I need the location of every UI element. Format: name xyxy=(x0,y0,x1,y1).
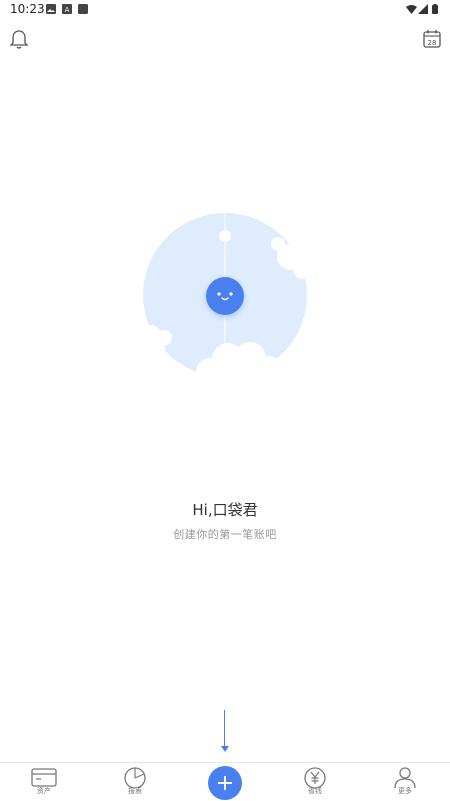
calendar-button[interactable]: 28 xyxy=(421,28,443,50)
tab-reports-label: 报表 xyxy=(128,787,142,795)
tab-assets[interactable]: 资产 xyxy=(14,765,74,801)
tab-save-label: 省钱 xyxy=(308,787,322,795)
square-icon xyxy=(78,4,88,14)
status-bar: 10:23 A xyxy=(0,0,450,20)
smiley-face-icon xyxy=(206,277,244,315)
image-icon xyxy=(46,4,56,14)
svg-text:A: A xyxy=(65,6,70,14)
calendar-icon: 28 xyxy=(423,30,441,48)
calendar-day: 28 xyxy=(428,39,437,47)
tab-more-label: 更多 xyxy=(398,787,412,795)
signal-icon xyxy=(418,4,428,14)
status-time: 10:23 xyxy=(10,2,45,16)
empty-state-subtitle: 创建你的第一笔账吧 xyxy=(173,528,277,541)
hint-arrow-down-icon xyxy=(221,746,229,752)
tab-assets-label: 资产 xyxy=(37,787,51,795)
bell-icon[interactable] xyxy=(8,28,30,50)
a-icon: A xyxy=(62,4,72,14)
tab-save[interactable]: 省钱 xyxy=(285,765,345,801)
empty-state-title: Hi,口袋君 xyxy=(192,501,258,519)
battery-icon xyxy=(432,4,438,14)
wifi-icon xyxy=(406,5,417,14)
tab-more[interactable]: 更多 xyxy=(375,765,435,801)
tab-reports[interactable]: 报表 xyxy=(105,765,165,801)
hint-arrow-line xyxy=(224,710,225,748)
add-record-button[interactable] xyxy=(208,766,242,800)
